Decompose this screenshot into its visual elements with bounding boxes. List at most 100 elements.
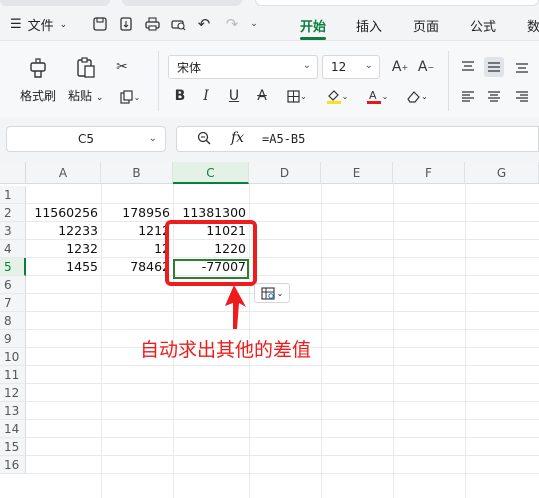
document-tab-active[interactable] bbox=[255, 0, 539, 6]
row-header-16[interactable]: 16 bbox=[0, 456, 26, 474]
bold-icon[interactable]: B bbox=[170, 86, 190, 106]
cell-a5[interactable]: 1455 bbox=[26, 258, 101, 276]
ribbon-divider bbox=[158, 51, 159, 111]
cell-b4[interactable]: 12 bbox=[101, 240, 173, 258]
save-icon[interactable] bbox=[90, 14, 110, 34]
row-header-14[interactable]: 14 bbox=[0, 420, 26, 438]
quick-analysis-button[interactable]: ⌄ bbox=[254, 283, 290, 303]
redo-icon[interactable]: ↷ bbox=[222, 14, 242, 34]
grid-line bbox=[393, 184, 394, 498]
align-center-icon[interactable] bbox=[484, 87, 504, 107]
row-header-1[interactable]: 1 bbox=[0, 186, 26, 204]
row-header-7[interactable]: 7 bbox=[0, 294, 26, 312]
cell-b5[interactable]: 78462 bbox=[101, 258, 173, 276]
row-header-6[interactable]: 6 bbox=[0, 276, 26, 294]
align-right-icon[interactable] bbox=[512, 87, 532, 107]
paste-icon bbox=[73, 55, 99, 81]
export-pdf-icon[interactable] bbox=[116, 14, 136, 34]
italic-icon[interactable]: I bbox=[196, 86, 216, 106]
chevron-down-icon: ⌄ bbox=[341, 91, 349, 101]
increase-font-size-icon[interactable]: A + bbox=[390, 57, 410, 77]
spreadsheet-grid: A B C D E F G 1 2 3 4 5 6 7 8 9 10 11 12… bbox=[0, 162, 539, 498]
spreadsheet-window: ☰ 文件 ⌄ ↶ ↷ ⌄ 开始 插入 页面 公式 数 格式刷 粘贴 ⌄ ✂ ⌄ … bbox=[0, 0, 539, 498]
grid-line bbox=[26, 365, 539, 366]
font-color-icon[interactable]: A ⌄ bbox=[362, 86, 392, 106]
cell-a3[interactable]: 12233 bbox=[26, 222, 101, 240]
column-header-b[interactable]: B bbox=[101, 162, 173, 184]
column-header-c[interactable]: C bbox=[173, 162, 249, 184]
format-painter-label: 格式刷 bbox=[20, 89, 57, 103]
formula-text: =A5-B5 bbox=[262, 132, 306, 146]
formula-bar: C5 ⌄ fx =A5-B5 bbox=[0, 118, 539, 162]
font-name-select[interactable]: 宋体 ⌄ bbox=[168, 55, 318, 79]
format-painter-button[interactable]: 格式刷 bbox=[20, 55, 56, 104]
arrow-up-icon bbox=[225, 285, 246, 329]
underline-icon[interactable]: U bbox=[224, 86, 244, 106]
row-header-9[interactable]: 9 bbox=[0, 330, 26, 348]
column-header-d[interactable]: D bbox=[249, 162, 321, 184]
document-tab[interactable] bbox=[0, 0, 110, 6]
row-header-10[interactable]: 10 bbox=[0, 348, 26, 366]
decrease-font-size-icon[interactable]: A − bbox=[416, 57, 436, 77]
tab-formulas[interactable]: 公式 bbox=[470, 16, 496, 35]
row-header-2[interactable]: 2 bbox=[0, 204, 26, 222]
ribbon-divider bbox=[448, 51, 449, 111]
column-header-a[interactable]: A bbox=[26, 162, 101, 184]
column-header-e[interactable]: E bbox=[321, 162, 393, 184]
row-header-4[interactable]: 4 bbox=[0, 240, 26, 258]
align-bottom-icon[interactable] bbox=[512, 57, 532, 77]
document-tab[interactable] bbox=[122, 0, 242, 6]
column-header-g[interactable]: G bbox=[465, 162, 539, 184]
tab-data[interactable]: 数 bbox=[527, 16, 539, 35]
borders-icon[interactable]: ⌄ bbox=[282, 86, 312, 106]
row-header-8[interactable]: 8 bbox=[0, 312, 26, 330]
font-size-value: 12 bbox=[331, 60, 347, 74]
fill-color-icon[interactable]: ⌄ bbox=[322, 86, 352, 106]
print-preview-icon[interactable] bbox=[168, 14, 188, 34]
grid-line bbox=[26, 473, 539, 474]
cell-b2[interactable]: 178956 bbox=[101, 204, 173, 222]
copy-icon[interactable]: ⌄ bbox=[116, 87, 144, 107]
tab-home[interactable]: 开始 bbox=[300, 16, 326, 35]
hamburger-icon: ☰ bbox=[10, 17, 22, 32]
align-top-icon[interactable] bbox=[458, 57, 478, 77]
row-header-12[interactable]: 12 bbox=[0, 384, 26, 402]
chevron-down-icon: ⌄ bbox=[133, 92, 141, 102]
paste-label: 粘贴 ⌄ bbox=[68, 87, 103, 104]
row-header-15[interactable]: 15 bbox=[0, 438, 26, 456]
align-left-icon[interactable] bbox=[458, 87, 478, 107]
print-icon[interactable] bbox=[142, 14, 162, 34]
paste-label-text: 粘贴 bbox=[68, 89, 93, 103]
cell-a2[interactable]: 11560256 bbox=[26, 204, 101, 222]
column-header-f[interactable]: F bbox=[393, 162, 465, 184]
cell-b3[interactable]: 1212 bbox=[101, 222, 173, 240]
svg-text:A: A bbox=[369, 89, 377, 102]
select-all-corner[interactable] bbox=[0, 162, 26, 184]
undo-icon[interactable]: ↶ bbox=[194, 14, 214, 34]
name-box[interactable]: C5 ⌄ bbox=[6, 126, 166, 152]
clear-format-icon[interactable]: ⌄ bbox=[402, 86, 432, 106]
zoom-icon[interactable] bbox=[197, 131, 211, 149]
name-box-value: C5 bbox=[77, 132, 94, 146]
chevron-down-icon: ⌄ bbox=[59, 19, 68, 30]
row-header-5[interactable]: 5 bbox=[0, 258, 26, 276]
cut-icon[interactable]: ✂ bbox=[112, 57, 132, 77]
tab-page[interactable]: 页面 bbox=[413, 16, 439, 35]
file-menu[interactable]: ☰ 文件 ⌄ bbox=[10, 15, 67, 34]
cell-a4[interactable]: 1232 bbox=[26, 240, 101, 258]
chevron-down-icon: ⌄ bbox=[276, 288, 284, 298]
strikethrough-icon[interactable]: A bbox=[252, 86, 272, 106]
row-header-11[interactable]: 11 bbox=[0, 366, 26, 384]
tab-insert[interactable]: 插入 bbox=[356, 16, 382, 35]
chevron-down-icon: ⌄ bbox=[381, 91, 389, 101]
align-middle-icon[interactable] bbox=[484, 57, 504, 77]
row-header-13[interactable]: 13 bbox=[0, 402, 26, 420]
row-header-3[interactable]: 3 bbox=[0, 222, 26, 240]
grid-line bbox=[465, 184, 466, 498]
font-size-select[interactable]: 12 ⌄ bbox=[322, 55, 380, 79]
chevron-down-icon[interactable]: ⌄ bbox=[244, 14, 264, 34]
paste-button[interactable]: 粘贴 ⌄ bbox=[68, 55, 103, 104]
formula-input[interactable]: fx =A5-B5 bbox=[176, 126, 539, 152]
fx-icon[interactable]: fx bbox=[231, 130, 244, 146]
chevron-down-icon: ⌄ bbox=[302, 60, 311, 71]
